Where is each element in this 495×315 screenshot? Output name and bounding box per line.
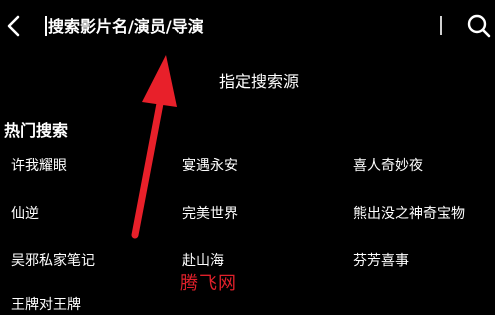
hot-search-item[interactable]: 宴遇永安 <box>182 155 238 175</box>
chevron-left-icon <box>7 15 20 37</box>
text-cursor <box>45 16 47 36</box>
hot-search-item[interactable]: 熊出没之神奇宝物 <box>353 203 465 223</box>
hot-search-item[interactable]: 许我耀眼 <box>11 155 67 175</box>
hot-search-title: 热门搜索 <box>4 121 69 140</box>
hot-search-item[interactable]: 王牌对王牌 <box>11 294 81 314</box>
hot-search-item[interactable]: 芬芳喜事 <box>353 250 409 270</box>
search-bar <box>0 0 495 52</box>
search-icon <box>467 14 491 38</box>
hot-search-item[interactable]: 喜人奇妙夜 <box>353 155 423 175</box>
divider <box>440 16 442 35</box>
search-button[interactable] <box>466 12 492 40</box>
hot-search-item[interactable]: 赴山海 <box>182 250 224 270</box>
watermark: 腾飞网 <box>180 273 237 294</box>
hot-search-item[interactable]: 仙逆 <box>11 203 39 223</box>
search-input[interactable] <box>48 14 428 38</box>
hot-search-item[interactable]: 完美世界 <box>182 203 238 223</box>
back-button[interactable] <box>2 12 28 40</box>
specify-source-link[interactable]: 指定搜索源 <box>0 68 495 92</box>
hot-search-item[interactable]: 吴邪私家笔记 <box>11 250 95 270</box>
